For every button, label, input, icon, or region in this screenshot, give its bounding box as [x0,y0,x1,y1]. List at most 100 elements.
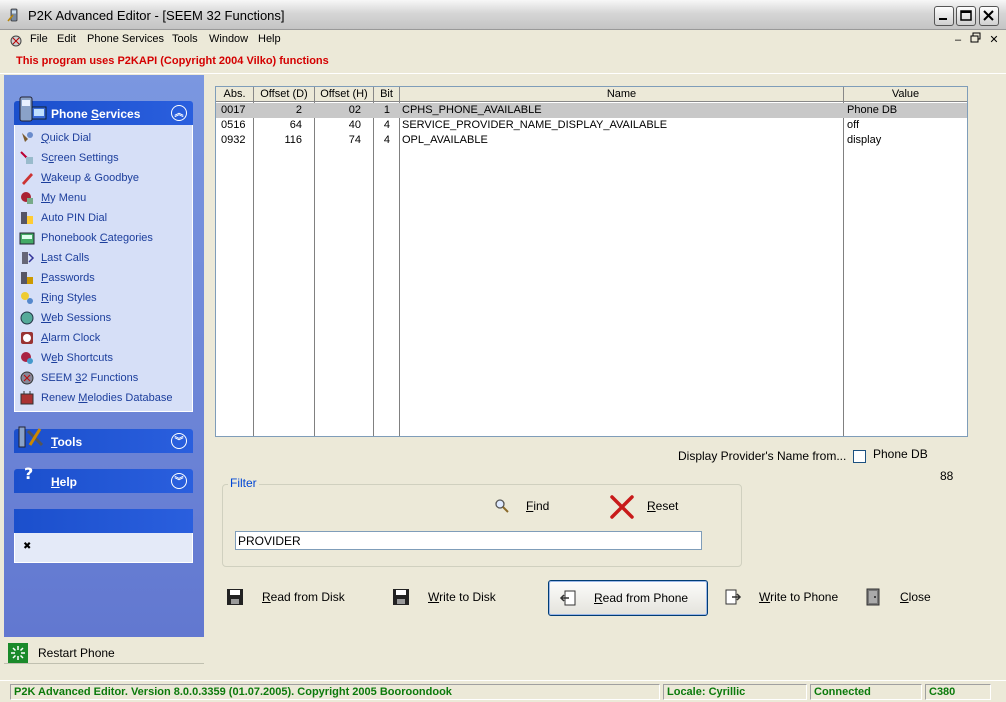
cell-offset-d: 64 [289,119,302,131]
title-bar: P2K Advanced Editor - [SEEM 32 Functions… [0,0,1006,30]
web-sessions-icon [20,311,34,325]
cell-value: Phone DB [847,104,898,116]
phone-services-title: Phone Services [51,107,141,121]
filter-input[interactable] [235,531,702,550]
tools-title: Tools [51,435,83,449]
write-to-phone-button[interactable]: Write to Phone [720,580,850,616]
filter-legend: Filter [228,476,259,490]
restart-phone-button[interactable]: Restart Phone [4,640,204,664]
sidebar-item-last-calls[interactable]: Last Calls [19,249,191,267]
phone-services-header[interactable]: Phone Services ︽ [14,96,193,125]
notice-bar: This program uses P2KAPI (Copyright 2004… [0,50,1006,74]
sidebar-item-web-sessions[interactable]: Web Sessions [19,309,191,327]
cell-value: display [847,134,882,146]
phone-services-list: Quick Dial Screen Settings Wakeup & Good… [14,125,193,412]
status-version: P2K Advanced Editor. Version 8.0.0.3359 … [10,684,660,700]
column-header-offset-h[interactable]: Offset (H) [315,87,374,102]
column-header-offset-d[interactable]: Offset (D) [254,87,315,102]
sidebar-item-web-shortcuts[interactable]: Web Shortcuts [19,349,191,367]
menu-tools[interactable]: Tools [172,33,198,45]
record-count: 88 [940,469,954,483]
tools-icon [18,426,44,448]
table-row[interactable]: 0017 2 02 1 CPHS_PHONE_AVAILABLE Phone D… [216,103,967,118]
phone-db-checkbox[interactable] [853,450,866,463]
last-calls-icon [22,252,35,264]
mdi-minimize-button[interactable]: – [950,32,966,48]
column-header-abs[interactable]: Abs. [216,87,254,102]
menu-help[interactable]: Help [258,33,281,45]
svg-text:?: ? [24,464,33,483]
sidebar-item-seem-32-functions[interactable]: SEEM 32 Functions [19,369,191,387]
sidebar-item-wakeup-goodbye[interactable]: Wakeup & Goodbye [19,169,191,187]
cell-abs: 0017 [221,104,246,116]
expand-icon[interactable]: ︾ [171,473,187,489]
read-from-disk-button[interactable]: Read from Disk [222,580,362,616]
mdi-close-button[interactable]: ✕ [986,32,1002,48]
passwords-icon [21,272,33,284]
column-header-value[interactable]: Value [844,87,967,102]
menu-phone-services[interactable]: Phone Services [87,33,164,45]
help-title: Help [51,475,78,489]
close-label: Close [900,590,931,604]
cell-offset-d: 116 [284,134,302,146]
sidebar-item-ring-styles[interactable]: Ring Styles [19,289,191,307]
write-to-disk-button[interactable]: Write to Disk [388,580,518,616]
cell-offset-h: 40 [348,119,361,131]
close-button[interactable]: Close [860,580,950,616]
table-row[interactable]: 0516 64 40 4 SERVICE_PROVIDER_NAME_DISPL… [216,118,967,133]
door-exit-icon [866,588,880,606]
sidebar-item-passwords[interactable]: Passwords [19,269,191,287]
reset-x-icon [610,495,634,519]
cell-bit: 4 [383,134,390,146]
copyright-notice: This program uses P2KAPI (Copyright 2004… [16,55,329,67]
app-icon [7,8,18,22]
collapse-icon[interactable]: ︽ [171,105,187,121]
reset-button[interactable]: Reset [605,492,695,520]
close-window-button[interactable] [979,6,999,26]
seem-icon [20,371,34,385]
table-header: Abs. Offset (D) Offset (H) Bit Name Valu… [216,87,967,102]
maximize-button[interactable] [956,6,976,26]
table-row[interactable]: 0932 116 74 4 OPL_AVAILABLE display [216,133,967,148]
maximize-icon [960,10,972,21]
functions-table: Abs. Offset (D) Offset (H) Bit Name Valu… [215,86,968,437]
sidebar-item-renew-melodies[interactable]: Renew Melodies Database [19,389,191,407]
sidebar-item-alarm-clock[interactable]: Alarm Clock [19,329,191,347]
phone-db-checkbox-label[interactable]: Phone DB [873,447,928,461]
renew-melodies-icon [20,391,34,405]
find-button[interactable]: Find [490,495,560,517]
read-from-phone-button[interactable]: Read from Phone [548,580,708,616]
floppy-write-icon [393,589,409,605]
cell-offset-d: 2 [295,104,302,116]
cell-name: OPL_AVAILABLE [402,134,488,146]
menu-file[interactable]: File [30,33,48,45]
menu-window[interactable]: Window [209,33,248,45]
details-close-icon[interactable]: ✖ [23,541,31,552]
cell-abs: 0932 [221,134,246,146]
status-bar: P2K Advanced Editor. Version 8.0.0.3359 … [0,680,1006,702]
column-header-bit[interactable]: Bit [374,87,400,102]
column-header-name[interactable]: Name [400,87,844,102]
mdi-restore-button[interactable] [968,32,984,48]
expand-icon[interactable]: ︾ [171,433,187,449]
screen-settings-icon [20,151,33,164]
magnifier-icon [495,499,509,513]
document-icon[interactable] [8,32,24,48]
sidebar-item-my-menu[interactable]: My Menu [19,189,191,207]
minimize-button[interactable] [934,6,954,26]
menu-edit[interactable]: Edit [57,33,76,45]
cell-value: off [847,119,860,131]
read-from-phone-label: Read from Phone [594,591,689,605]
sidebar-item-phonebook-categories[interactable]: Phonebook Categories [19,229,191,247]
sidebar-item-screen-settings[interactable]: Screen Settings [19,149,191,167]
details-header [14,509,193,533]
details-body: ✖ [14,533,193,563]
menu-bar: File Edit Phone Services Tools Window He… [0,30,1006,50]
sidebar-item-auto-pin-dial[interactable]: Auto PIN Dial [19,209,191,227]
sidebar-item-quick-dial[interactable]: Quick Dial [19,129,191,147]
write-to-phone-label: Write to Phone [759,590,839,604]
cell-name: CPHS_PHONE_AVAILABLE [402,104,542,116]
help-header[interactable]: ? Help ︾ [14,464,193,493]
cell-bit: 4 [383,119,390,131]
tools-header[interactable]: Tools ︾ [14,426,193,453]
